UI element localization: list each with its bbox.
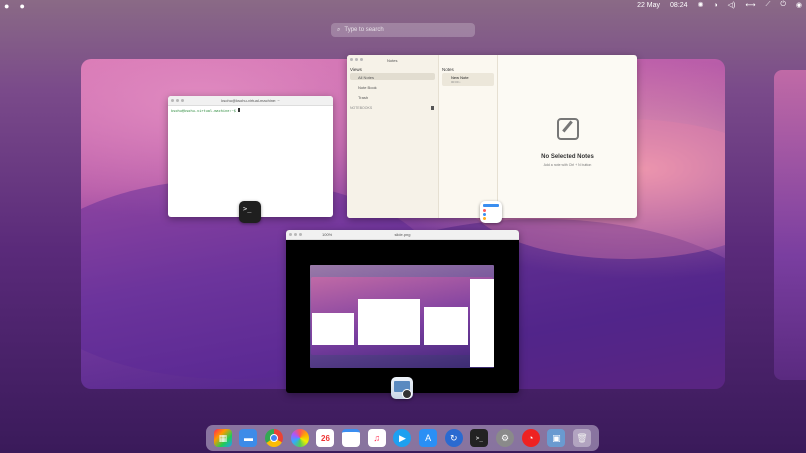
- search-placeholder: Type to search: [344, 27, 384, 33]
- desktop-preview-next[interactable]: [774, 70, 806, 380]
- dock: ▦ ▬ 26 ♫ ▶ A ↻ >_ ⚙ ◔ ▣ 🗑: [206, 425, 599, 451]
- views-label: Views: [350, 67, 362, 72]
- terminal-titlebar[interactable]: ksohu@ksohu-virtual-machine: ~: [168, 96, 333, 106]
- files-icon[interactable]: ▬: [239, 429, 258, 447]
- search-field[interactable]: ⌕ Type to search: [331, 23, 475, 37]
- note-item[interactable]: New Note 00:00 •: [442, 73, 494, 86]
- notes-window[interactable]: Notes Views All Notes Note Book Trash NO…: [347, 55, 637, 218]
- compose-icon: [557, 118, 579, 140]
- help-icon[interactable]: ◔: [521, 429, 540, 447]
- terminal-prompt: ksohu@ksohu-virtual-machine:~$: [171, 109, 236, 113]
- date-label: 22 May: [637, 1, 661, 9]
- notes-list: Notes New Note 00:00 •: [439, 55, 498, 218]
- notes-app-icon[interactable]: [480, 201, 502, 223]
- player-icon[interactable]: ▶: [393, 429, 412, 447]
- preview-dock-icon[interactable]: ▣: [547, 429, 566, 447]
- terminal-dock-icon[interactable]: >_: [470, 429, 489, 447]
- notes-main: No Selected Notes Add a note with Ctrl +…: [498, 55, 637, 218]
- empty-subtitle: Add a note with Ctrl + N button: [543, 163, 592, 167]
- image-viewer-window[interactable]: 100% slide.png: [286, 230, 519, 393]
- trash-icon[interactable]: 🗑: [573, 429, 592, 447]
- sidebar-item-notebook[interactable]: Note Book: [350, 83, 435, 90]
- nested-screenshot: [310, 265, 494, 368]
- notes-sidebar: Notes Views All Notes Note Book Trash NO…: [347, 55, 439, 218]
- calendar-icon[interactable]: 26: [316, 429, 335, 447]
- image-viewer-app-icon[interactable]: [391, 377, 413, 399]
- image-viewer-titlebar[interactable]: 100% slide.png: [286, 230, 519, 240]
- appstore-icon[interactable]: A: [419, 429, 438, 447]
- photos-icon[interactable]: [290, 429, 309, 447]
- brightness-icon[interactable]: ✺: [698, 1, 704, 9]
- menu-bar: ● ● 22 May 08:24 ✺ ◑ ◁) ⟷ ⟋ ⏻ ◉: [0, 0, 806, 12]
- music-icon[interactable]: ♫: [367, 429, 386, 447]
- apple-logo-icon[interactable]: ●: [19, 1, 24, 11]
- notes-list-title: Notes: [442, 67, 454, 72]
- sidebar-item-trash[interactable]: Trash: [350, 93, 435, 100]
- apple-menu-icon[interactable]: ●: [4, 1, 9, 11]
- terminal-cursor: [238, 108, 241, 112]
- display-icon[interactable]: ◑: [713, 2, 717, 9]
- notes-dock-icon[interactable]: [342, 429, 361, 447]
- settings-icon[interactable]: ⚙: [496, 429, 515, 447]
- time-label: 08:24: [670, 1, 688, 9]
- terminal-window[interactable]: ksohu@ksohu-virtual-machine: ~ ksohu@kso…: [168, 96, 333, 217]
- empty-title: No Selected Notes: [541, 154, 594, 160]
- user-icon[interactable]: ◉: [796, 1, 802, 9]
- notebooks-label: NOTEBOOKS: [350, 106, 373, 110]
- terminal-title: ksohu@ksohu-virtual-machine: ~: [221, 98, 280, 103]
- terminal-icon[interactable]: >_: [239, 201, 261, 223]
- search-icon: ⌕: [337, 26, 341, 33]
- chrome-icon[interactable]: [265, 429, 284, 447]
- network-icon[interactable]: ⟷: [745, 1, 755, 9]
- sync-icon[interactable]: ↻: [444, 429, 463, 447]
- power-icon[interactable]: ⏻: [780, 1, 786, 9]
- sidebar-item-all-notes[interactable]: All Notes: [350, 73, 435, 80]
- volume-icon[interactable]: ◁): [728, 1, 736, 9]
- add-notebook-icon[interactable]: [431, 106, 434, 110]
- image-viewer-title: slide.png: [394, 232, 411, 237]
- notes-window-title: Notes: [387, 58, 398, 63]
- pen-icon[interactable]: ⟋: [765, 1, 770, 9]
- launchpad-icon[interactable]: ▦: [213, 429, 232, 447]
